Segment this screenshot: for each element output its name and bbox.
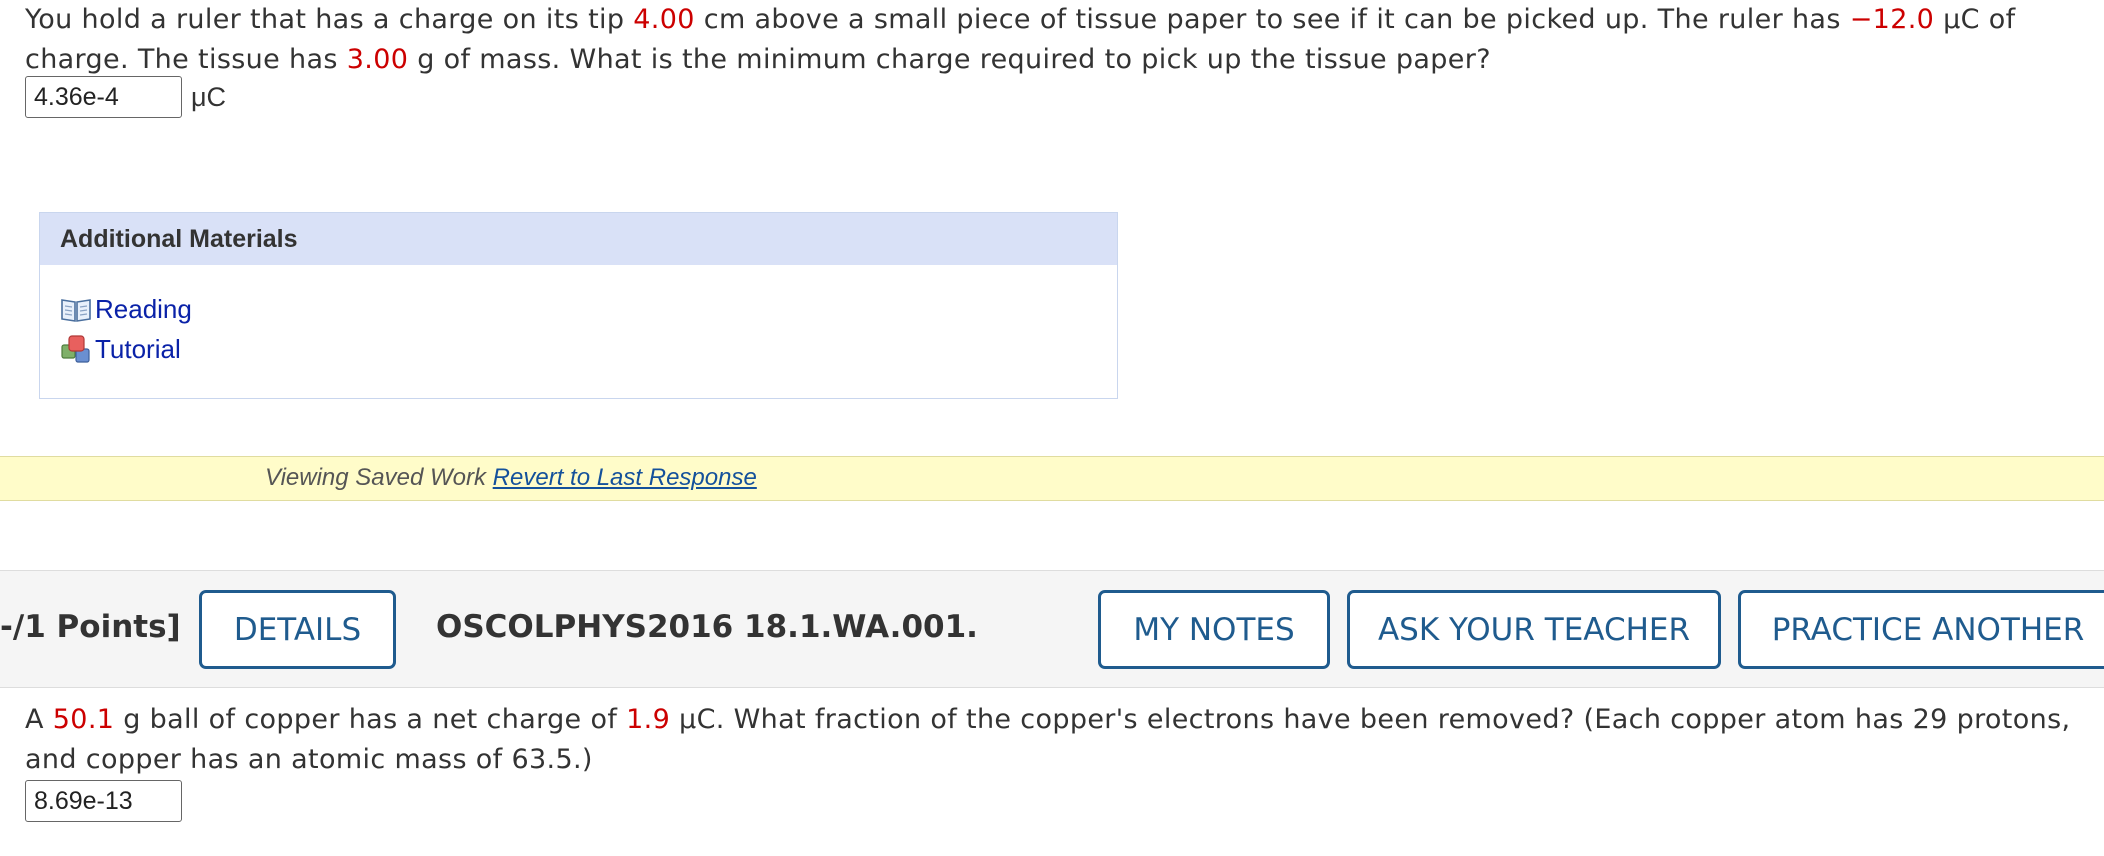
additional-materials-title: Additional Materials: [40, 213, 1117, 265]
answer-unit: μC: [191, 81, 227, 112]
tutorial-link[interactable]: Tutorial: [60, 329, 1117, 369]
question-text: g ball of copper has a net charge of: [114, 704, 627, 735]
book-icon: [60, 293, 92, 325]
points-label: -/1 Points]: [0, 609, 181, 645]
tutorial-icon: [60, 333, 92, 365]
question-1-answer-row: 4.36e-4 μC: [25, 76, 226, 118]
practice-another-button[interactable]: PRACTICE ANOTHER: [1738, 590, 2104, 669]
details-button[interactable]: DETAILS: [199, 590, 396, 669]
additional-materials-panel: Additional Materials Reading Tutorial: [39, 212, 1118, 399]
revert-link[interactable]: Revert to Last Response: [493, 464, 757, 491]
question-id: OSCOLPHYS2016 18.1.WA.001.: [436, 609, 978, 645]
question-text: You hold a ruler that has a charge on it…: [25, 4, 634, 35]
question-text: cm above a small piece of tissue paper t…: [694, 4, 1850, 35]
given-mass-value: 50.1: [52, 704, 115, 735]
reading-link[interactable]: Reading: [60, 289, 1117, 329]
given-mass-value: 3.00: [346, 44, 409, 75]
ask-your-teacher-button[interactable]: ASK YOUR TEACHER: [1347, 590, 1721, 669]
reading-link-label[interactable]: Reading: [95, 294, 192, 325]
given-distance-value: 4.00: [633, 4, 695, 35]
question-text: A: [25, 704, 53, 735]
given-charge-value: −12.0: [1849, 4, 1935, 35]
question-2-text: A 50.1 g ball of copper has a net charge…: [25, 700, 2095, 780]
question-text: g of mass. What is the minimum charge re…: [408, 44, 1491, 75]
question-1-text: You hold a ruler that has a charge on it…: [25, 0, 2095, 80]
saved-work-label: Viewing Saved Work: [265, 464, 493, 491]
answer-input[interactable]: 8.69e-13: [25, 780, 182, 822]
question-2-header: -/1 Points] DETAILS OSCOLPHYS2016 18.1.W…: [0, 570, 2104, 688]
my-notes-button[interactable]: MY NOTES: [1098, 590, 1330, 669]
given-charge-value: 1.9: [626, 704, 671, 735]
answer-input[interactable]: 4.36e-4: [25, 76, 182, 118]
tutorial-link-label[interactable]: Tutorial: [95, 334, 181, 365]
question-2-answer-row: 8.69e-13: [25, 780, 182, 822]
saved-work-bar: Viewing Saved Work Revert to Last Respon…: [0, 456, 2104, 501]
